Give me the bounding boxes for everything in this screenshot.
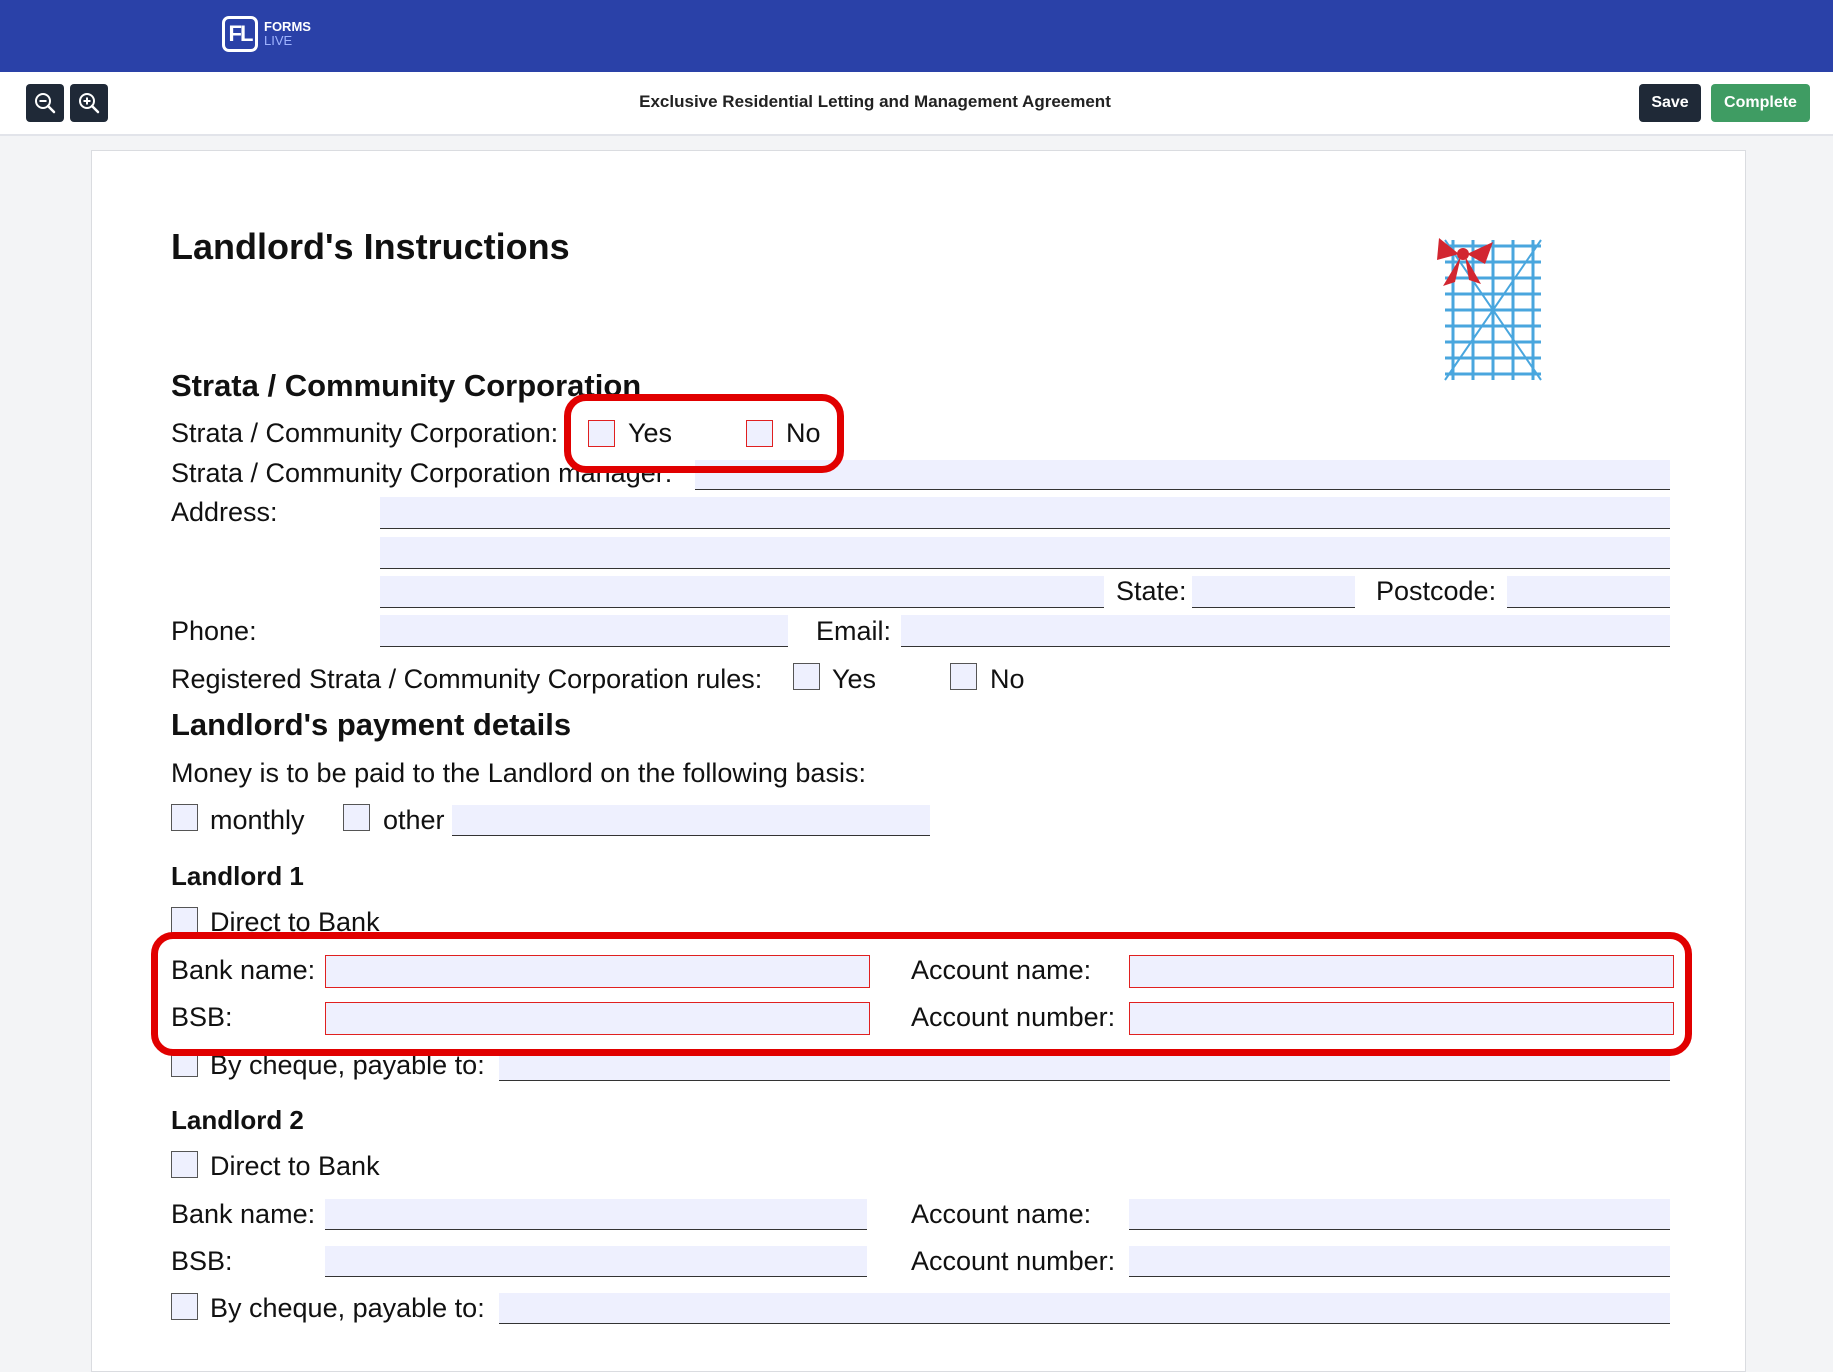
forms-live-logo[interactable]: FL FORMS LIVE: [222, 16, 311, 52]
strata-question-label: Strata / Community Corporation:: [171, 418, 559, 448]
payment-basis-text: Money is to be paid to the Landlord on t…: [171, 758, 866, 788]
landlord2-heading: Landlord 2: [171, 1105, 304, 1135]
landlord2-account-name-label: Account name:: [911, 1199, 1092, 1229]
address-line1-field[interactable]: [380, 497, 1670, 529]
state-label: State:: [1116, 576, 1187, 606]
strata-manager-field[interactable]: [695, 460, 1670, 490]
strata-rules-yes-checkbox[interactable]: [793, 663, 820, 690]
state-field[interactable]: [1192, 576, 1355, 608]
other-label: other: [383, 805, 445, 835]
form-title: Landlord's Instructions: [171, 226, 570, 267]
postcode-field[interactable]: [1507, 576, 1670, 608]
landlord2-account-number-field[interactable]: [1129, 1246, 1670, 1277]
other-basis-field[interactable]: [452, 805, 930, 836]
document-toolbar: Exclusive Residential Letting and Manage…: [0, 72, 1833, 136]
landlord2-bank-name-label: Bank name:: [171, 1199, 316, 1229]
landlord2-direct-checkbox[interactable]: [171, 1151, 198, 1178]
logo-text-forms: FORMS: [264, 19, 311, 34]
document-title: Exclusive Residential Letting and Manage…: [639, 92, 1111, 111]
landlord2-account-number-label: Account number:: [911, 1246, 1116, 1276]
landlord2-direct-label: Direct to Bank: [210, 1151, 380, 1181]
strata-rules-no-checkbox[interactable]: [950, 663, 977, 690]
save-button[interactable]: Save: [1639, 84, 1701, 122]
landlord1-direct-checkbox[interactable]: [171, 907, 198, 934]
highlight-landlord1-bank-fields: [151, 932, 1692, 1056]
monthly-label: monthly: [210, 805, 305, 835]
landlord2-bsb-label: BSB:: [171, 1246, 233, 1276]
landlord2-cheque-payee-field[interactable]: [499, 1293, 1670, 1324]
strata-rules-no-label: No: [990, 664, 1025, 694]
highlight-strata-checkboxes: [564, 394, 844, 473]
postcode-label: Postcode:: [1376, 576, 1497, 606]
phone-label: Phone:: [171, 616, 257, 646]
address-line3-field[interactable]: [380, 576, 1104, 608]
landlord2-bsb-field[interactable]: [325, 1246, 867, 1277]
strata-rules-label: Registered Strata / Community Corporatio…: [171, 664, 763, 694]
certification-stamp-image: [1433, 232, 1551, 387]
landlord2-account-name-field[interactable]: [1129, 1199, 1670, 1230]
logo-text-live: LIVE: [264, 33, 293, 48]
strata-rules-yes-label: Yes: [832, 664, 877, 694]
landlord1-heading: Landlord 1: [171, 861, 304, 891]
other-checkbox[interactable]: [343, 804, 370, 831]
complete-button[interactable]: Complete: [1711, 84, 1810, 122]
logo-mark: FL: [222, 16, 258, 52]
email-label: Email:: [816, 616, 892, 646]
phone-field[interactable]: [380, 615, 788, 647]
address-line2-field[interactable]: [380, 537, 1670, 569]
monthly-checkbox[interactable]: [171, 804, 198, 831]
landlord2-cheque-checkbox[interactable]: [171, 1293, 198, 1320]
email-field[interactable]: [901, 615, 1670, 647]
landlord2-cheque-label: By cheque, payable to:: [210, 1293, 485, 1323]
payment-heading: Landlord's payment details: [171, 707, 572, 742]
app-header: FL FORMS LIVE: [0, 0, 1833, 72]
address-label: Address:: [171, 497, 278, 527]
landlord2-bank-name-field[interactable]: [325, 1199, 867, 1230]
